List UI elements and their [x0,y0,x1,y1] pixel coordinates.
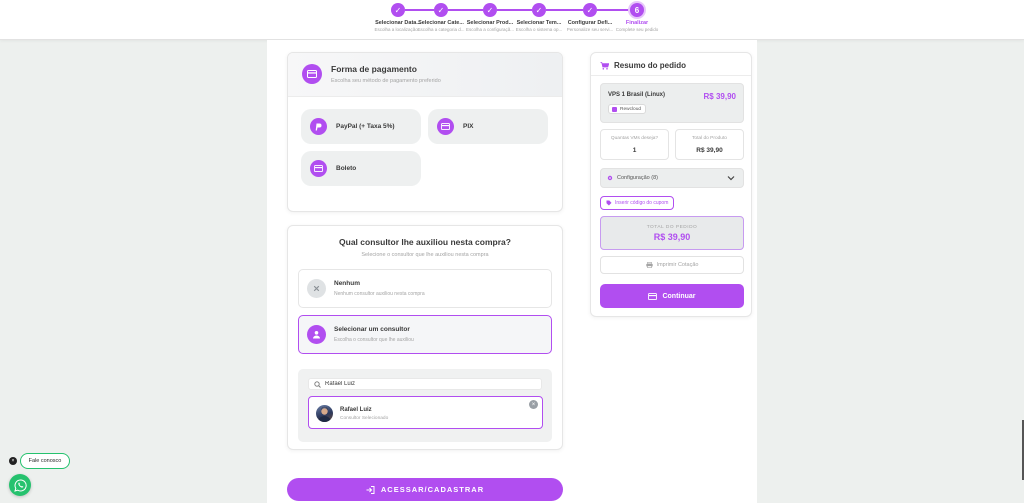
check-icon: ✓ [583,3,597,17]
step-number: 6 [630,3,644,17]
login-icon [366,485,375,494]
step-title: Finalizar [625,20,649,26]
close-circle-icon [307,279,326,298]
remove-consultant-button[interactable]: × [529,400,538,409]
selected-consultant[interactable]: Rafael Luiz Consultor Selecionado × [308,396,543,429]
printer-icon [645,262,653,268]
order-total-value: R$ 39,90 [653,232,691,242]
check-icon: ✓ [483,3,497,17]
consultant-title: Qual consultor lhe auxiliou nesta compra… [339,237,511,247]
server-icon [612,106,617,112]
cart-icon [600,61,609,70]
provider-badge-label: Rewcloud [620,106,642,112]
quantity-box[interactable]: Quantas VMs deseja? 1 [600,129,669,160]
paypal-icon [310,118,327,135]
step-6[interactable]: 6 Finalizar Complete seu pedido [607,3,667,32]
chevron-down-icon [727,176,735,181]
credit-card-icon [310,160,327,177]
consultant-option-select[interactable]: Selecionar um consultor Escolha o consul… [298,315,552,354]
check-icon: ✓ [532,3,546,17]
access-button-label: ACESSAR/CADASTRAR [380,485,485,494]
payment-subtitle: Escolha seu método de pagamento preferid… [331,78,441,84]
payment-option-label: Boleto [336,165,357,172]
order-summary-card: Resumo do pedido VPS 1 Brasil (Linux) R$… [590,52,752,317]
consultant-search-box[interactable] [308,378,542,390]
quantity-label: Quantas VMs deseja? [610,136,659,141]
payment-method-card: Forma de pagamento Escolha seu método de… [287,52,563,212]
option-subtitle: Escolha o consultor que lhe auxiliou [334,337,414,343]
user-icon [307,325,326,344]
step-subtitle: Complete seu pedido [615,27,659,32]
provider-badge: Rewcloud [608,104,647,114]
quantity-value: 1 [632,147,637,154]
payment-header: Forma de pagamento Escolha seu método de… [288,53,562,97]
configuration-dropdown[interactable]: Configuração (8) [600,168,744,188]
chat-bubble[interactable]: Fale conosco [20,453,70,469]
gear-icon [607,175,613,181]
product-total-label: Total do Produto [692,136,727,141]
check-icon: ✓ [434,3,448,17]
search-icon [314,380,321,388]
check-icon: ✓ [391,3,405,17]
continue-label: Continuar [662,292,696,300]
configuration-label: Configuração (8) [617,175,658,181]
summary-header: Resumo do pedido [600,61,686,70]
payment-option-pix[interactable]: PIX [428,109,548,144]
consultant-subtitle: Selecione o consultor que lhe auxiliou n… [361,252,489,258]
option-subtitle: Nenhum consultor auxiliou nesta compra [334,291,425,297]
payment-option-label: PayPal (+ Taxa 5%) [336,123,395,130]
consultant-name: Rafael Luiz [340,407,372,413]
consultant-option-none[interactable]: Nenhum Nenhum consultor auxiliou nesta c… [298,269,552,308]
print-quote-label: Imprimir Cotação [656,262,699,268]
whatsapp-button[interactable] [9,474,31,496]
consultant-card: Qual consultor lhe auxiliou nesta compra… [287,225,563,450]
coupon-label: Inserir código do cupom [615,200,669,206]
order-total: TOTAL DO PEDIDO R$ 39,90 [600,216,744,250]
payment-option-paypal[interactable]: PayPal (+ Taxa 5%) [301,109,421,144]
payment-option-boleto[interactable]: Boleto [301,151,421,186]
option-title: Nenhum [334,280,360,287]
product-name: VPS 1 Brasil (Linux) [608,92,666,98]
payment-title: Forma de pagamento [331,64,417,74]
whatsapp-icon [13,478,27,492]
product-item: VPS 1 Brasil (Linux) R$ 39,90 Rewcloud [600,83,744,123]
divider [591,75,751,76]
credit-card-icon [648,292,658,300]
avatar [316,405,333,422]
consultant-search-area: Rafael Luiz Consultor Selecionado × [298,369,552,442]
product-total-box: Total do Produto R$ 39,90 [675,129,744,160]
consultant-search-input[interactable] [325,381,525,387]
consultant-status: Consultor Selecionado [340,416,389,421]
access-register-button[interactable]: ACESSAR/CADASTRAR [287,478,563,501]
order-total-label: TOTAL DO PEDIDO [646,225,698,230]
tag-icon [606,200,612,206]
option-title: Selecionar um consultor [334,326,410,333]
continue-button[interactable]: Continuar [600,284,744,308]
product-total-value: R$ 39,90 [696,147,723,154]
close-chat-button[interactable]: × [9,457,17,465]
credit-card-icon [302,64,322,84]
progress-stepper: ✓ Selecionar Data... Escolha a localizaç… [0,0,1024,40]
payment-option-label: PIX [463,123,474,130]
coupon-button[interactable]: Inserir código do cupom [600,196,675,210]
print-quote-button[interactable]: Imprimir Cotação [600,256,744,274]
credit-card-icon [437,118,454,135]
product-price: R$ 39,90 [703,92,736,101]
summary-title: Resumo do pedido [614,61,686,70]
